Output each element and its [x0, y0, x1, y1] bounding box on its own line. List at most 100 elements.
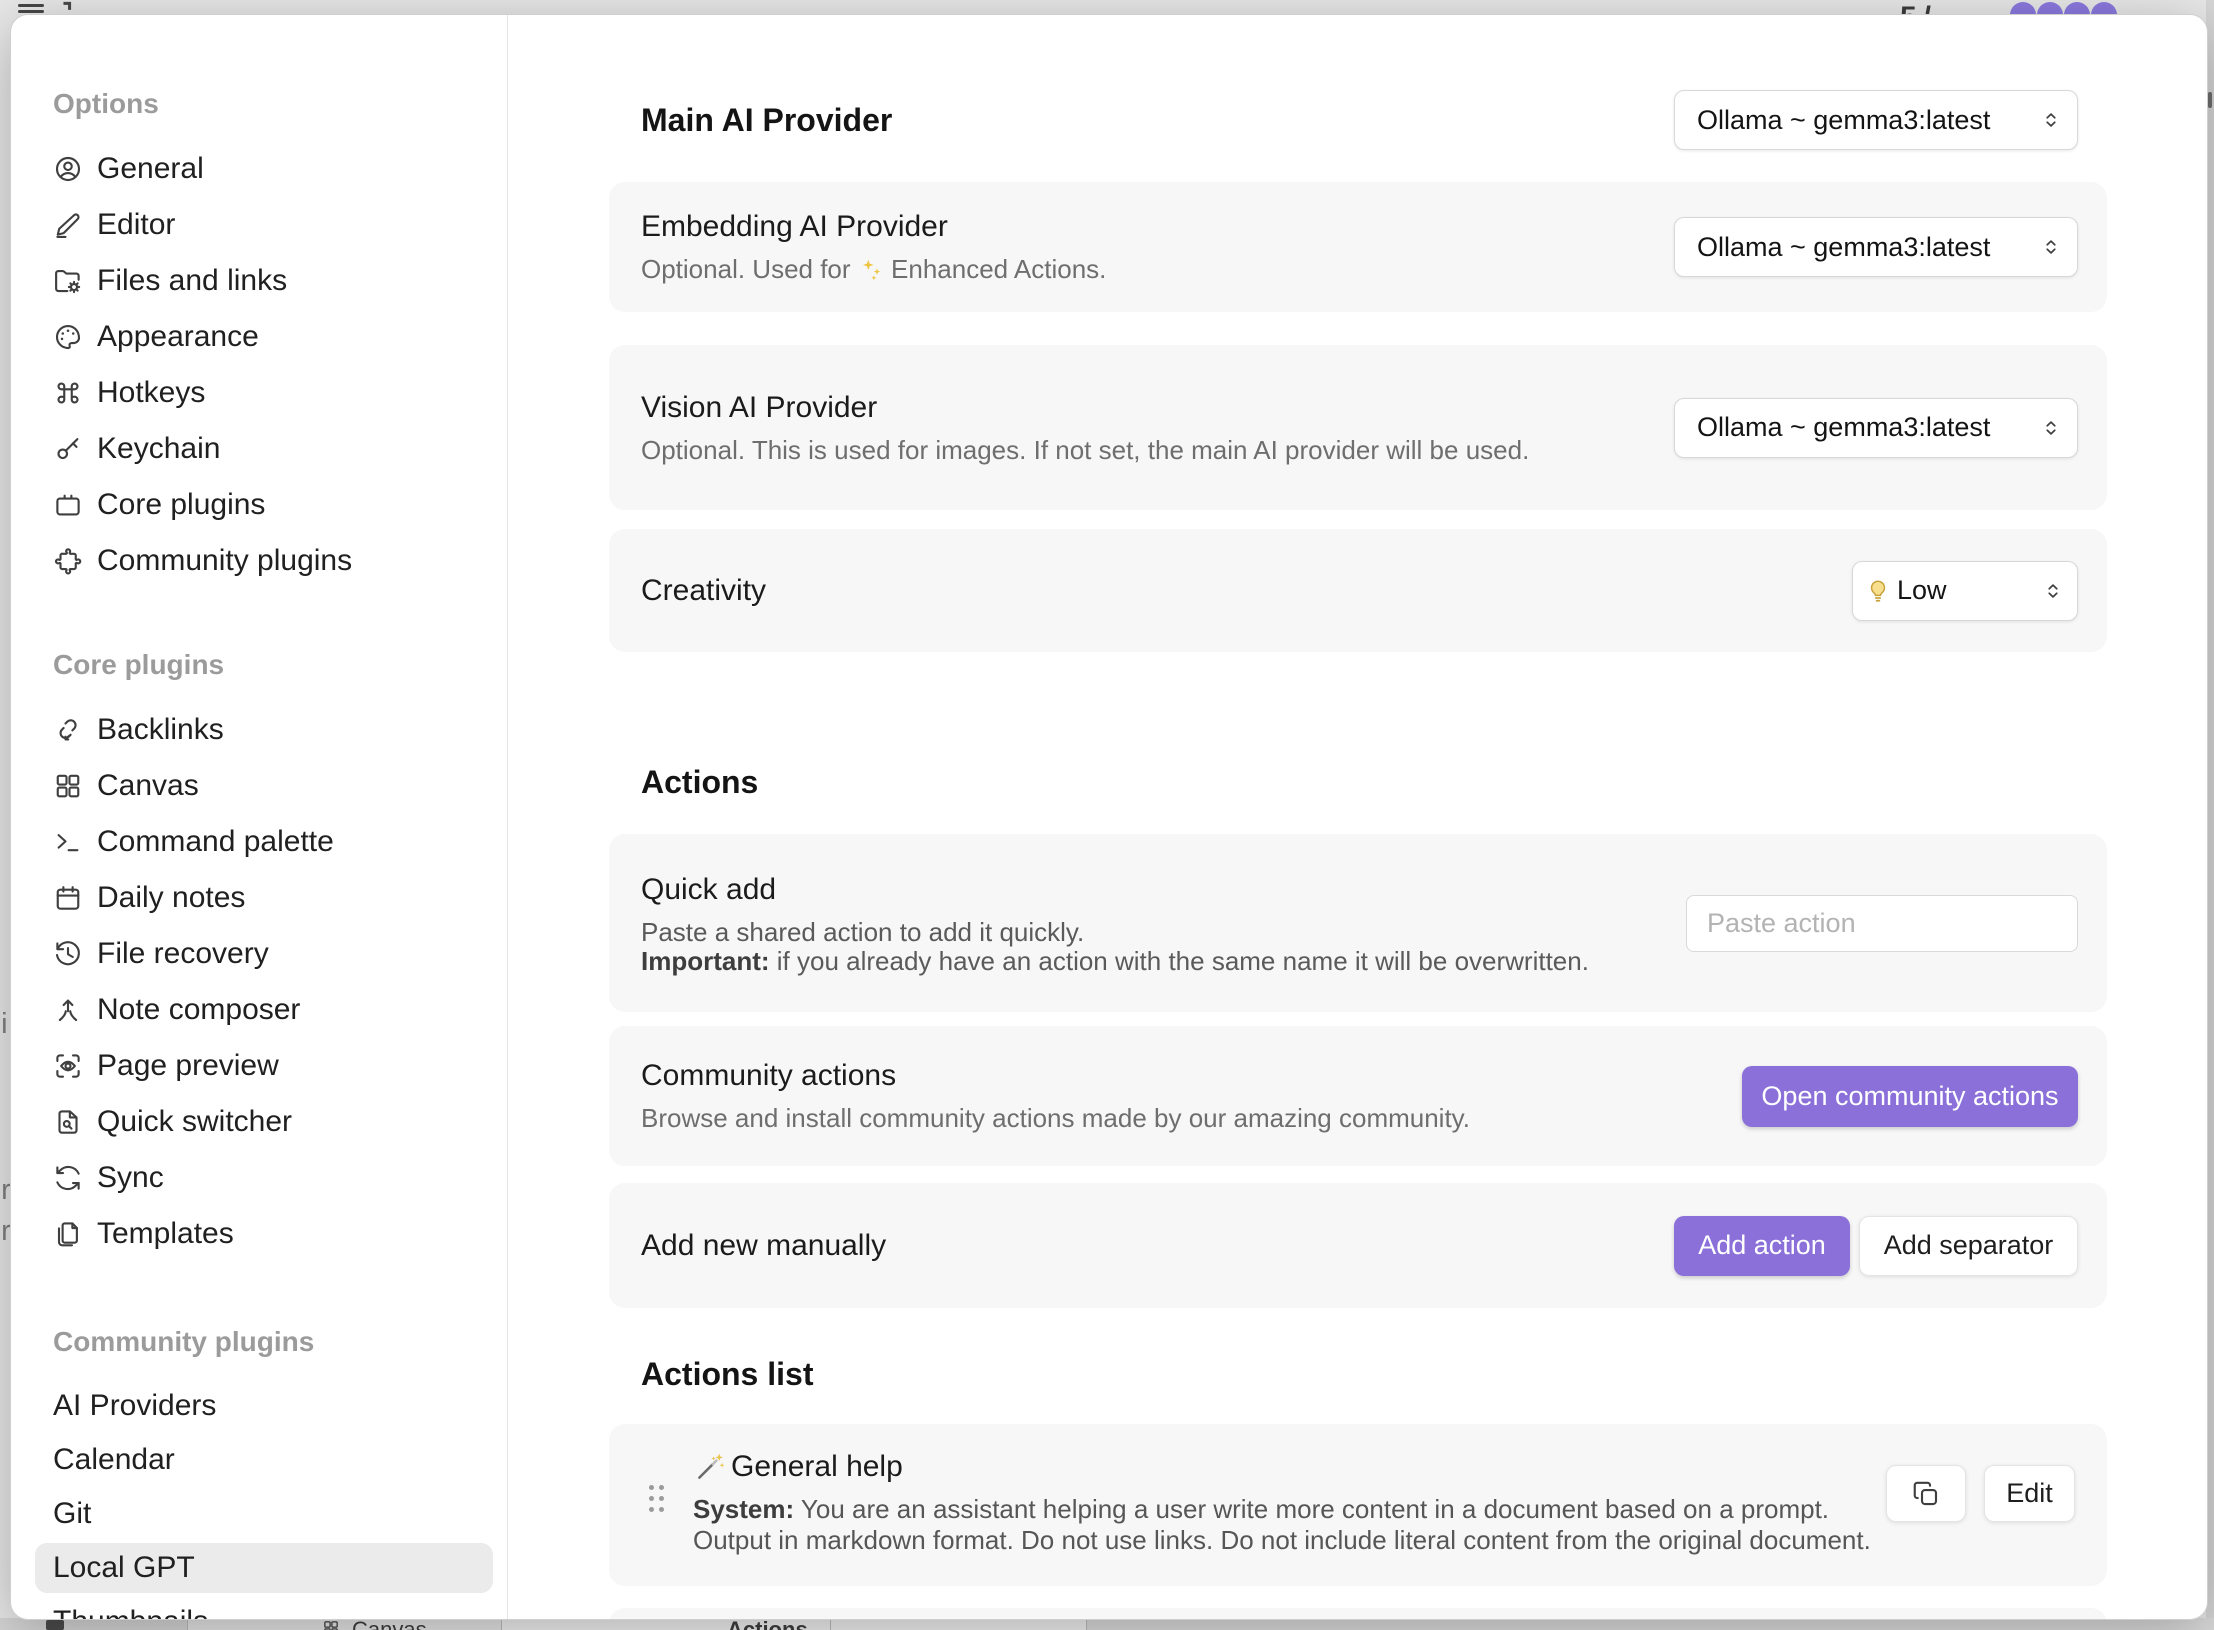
calendar-icon [53, 883, 83, 913]
action-item-title: General help [731, 1451, 903, 1483]
sidebar-item-appearance[interactable]: Appearance [11, 309, 507, 365]
background-icon-fragment [46, 1620, 64, 1630]
sidebar-item-local-gpt[interactable]: Local GPT [11, 1541, 507, 1595]
embedding-provider-desc: Optional. Used for Enhanced Actions. [641, 253, 1106, 286]
background-text-fragment: 1 [0, 376, 10, 409]
file-search-icon [53, 1107, 83, 1137]
copy-icon [1911, 1479, 1941, 1509]
sidebar-item-label: Community plugins [97, 544, 352, 578]
embedding-provider-title: Embedding AI Provider [641, 208, 1106, 246]
sidebar-item-files-and-links[interactable]: Files and links [11, 253, 507, 309]
vision-provider-value: Ollama ~ gemma3:latest [1697, 412, 1990, 443]
history-icon [53, 939, 83, 969]
sidebar-item-calendar[interactable]: Calendar [11, 1433, 507, 1487]
background-text-fragment: o [0, 962, 10, 995]
sidebar-item-page-preview[interactable]: Page preview [11, 1038, 507, 1094]
chevron-updown-icon [2041, 110, 2061, 130]
sidebar-item-quick-switcher[interactable]: Quick switcher [11, 1094, 507, 1150]
background-glyph: ⌝ [62, 0, 73, 14]
background-text-fragment: 2 [0, 630, 10, 663]
sidebar-item-label: Daily notes [97, 881, 245, 915]
sidebar-item-file-recovery[interactable]: File recovery [11, 926, 507, 982]
background-text-fragment: 0 [0, 246, 10, 279]
backlink-icon [53, 715, 83, 745]
background-text-fragment: 0 [0, 316, 10, 349]
main-ai-provider-select[interactable]: Ollama ~ gemma3:latest [1674, 90, 2078, 150]
user-circle-icon [53, 154, 83, 184]
sidebar-item-label: Thumbnails [53, 1605, 208, 1619]
action-item-system-prompt: System: You are an assistant helping a u… [693, 1494, 1878, 1556]
add-new-manually-title: Add new manually [641, 1227, 886, 1265]
sidebar-item-label: Hotkeys [97, 376, 205, 410]
sidebar-item-core-plugins[interactable]: Core plugins [11, 477, 507, 533]
drag-handle[interactable] [649, 1485, 664, 1512]
creativity-select[interactable]: Low [1852, 561, 2078, 621]
sidebar-item-thumbnails[interactable]: Thumbnails [11, 1595, 507, 1619]
hamburger-menu-icon[interactable] [18, 1, 44, 13]
chevron-updown-icon [2043, 581, 2063, 601]
background-text-fragment: 2 [0, 530, 10, 563]
chevron-updown-icon [2041, 237, 2061, 257]
sidebar-item-label: Appearance [97, 320, 259, 354]
background-counter-text: 5/ [1900, 1, 1937, 14]
sidebar-section-core-plugins: Core plugins Backlinks Canvas Command palet… [11, 648, 507, 1262]
sidebar-item-sync[interactable]: Sync [11, 1150, 507, 1206]
add-action-button[interactable]: Add action [1674, 1216, 1850, 1276]
terminal-icon [53, 827, 83, 857]
sidebar-item-label: Local GPT [53, 1551, 195, 1585]
vision-provider-desc: Optional. This is used for images. If no… [641, 434, 1529, 467]
sidebar-item-label: Templates [97, 1217, 234, 1251]
sidebar-item-label: Keychain [97, 432, 220, 466]
creativity-value: Low [1897, 575, 1947, 606]
sidebar-item-git[interactable]: Git [11, 1487, 507, 1541]
screen: ⌝ 5/ 001122020loniiereru Canvas Actions … [0, 0, 2214, 1630]
sidebar-item-editor[interactable]: Editor [11, 197, 507, 253]
embedding-provider-select[interactable]: Ollama ~ gemma3:latest [1674, 217, 2078, 277]
purple-dot [2091, 2, 2117, 14]
sidebar-item-ai-providers[interactable]: AI Providers [11, 1379, 507, 1433]
background-text-fragment: 2 [0, 481, 10, 514]
sidebar-section-options: OptionsGeneralEditorFiles and linksAppea… [11, 87, 507, 589]
toolbox-icon [53, 490, 83, 520]
add-separator-button[interactable]: Add separator [1859, 1216, 2078, 1276]
sidebar-item-keychain[interactable]: Keychain [11, 421, 507, 477]
canvas-tab-icon [322, 1619, 340, 1630]
open-community-actions-button[interactable]: Open community actions [1742, 1066, 2078, 1127]
sidebar-section-header: Core plugins [11, 648, 507, 682]
sidebar-item-templates[interactable]: Templates [11, 1206, 507, 1262]
sidebar-item-label: Canvas [97, 769, 199, 803]
sidebar-item-label: Calendar [53, 1443, 175, 1477]
background-text-fragment: 1 [0, 430, 10, 463]
scan-eye-icon [53, 1051, 83, 1081]
vision-provider-select[interactable]: Ollama ~ gemma3:latest [1674, 398, 2078, 458]
background-text-fragment: er [0, 1215, 10, 1248]
sidebar-item-command-palette[interactable]: Command palette [11, 814, 507, 870]
scrollbar-thumb-fragment[interactable] [2208, 92, 2212, 108]
actions-list-heading: Actions list [609, 1358, 2107, 1390]
sidebar-item-community-plugins[interactable]: Community plugins [11, 533, 507, 589]
paste-action-input[interactable] [1686, 895, 2078, 952]
background-text-fragment: 0 [0, 580, 10, 613]
sidebar-item-daily-notes[interactable]: Daily notes [11, 870, 507, 926]
background-text-fragment: i [0, 1094, 10, 1127]
sidebar-item-backlinks[interactable]: Backlinks [11, 702, 507, 758]
folder-cog-icon [53, 266, 83, 296]
main-ai-provider-label: Main AI Provider [641, 102, 892, 139]
next-action-item-partial [609, 1608, 2107, 1619]
sidebar-item-label: Note composer [97, 993, 300, 1027]
creativity-card: Creativity Low [609, 529, 2107, 652]
edit-action-button[interactable]: Edit [1984, 1465, 2075, 1522]
add-new-manually-card: Add new manually Add action Add separato… [609, 1183, 2107, 1308]
settings-content: Main AI Provider Ollama ~ gemma3:latest … [509, 15, 2207, 1619]
sidebar-item-note-composer[interactable]: Note composer [11, 982, 507, 1038]
quick-add-desc: Paste a shared action to add it quickly. [641, 918, 1589, 947]
copy-action-button[interactable] [1886, 1465, 1966, 1522]
sidebar-item-canvas[interactable]: Canvas [11, 758, 507, 814]
purple-dot [2064, 2, 2090, 14]
sidebar-section-community-plugins: Community pluginsAI ProvidersCalendarGit… [11, 1325, 507, 1619]
sidebar-item-hotkeys[interactable]: Hotkeys [11, 365, 507, 421]
background-text-fragment: er [0, 1174, 10, 1207]
main-ai-provider-value: Ollama ~ gemma3:latest [1697, 105, 1990, 136]
merge-up-icon [53, 995, 83, 1025]
sidebar-item-general[interactable]: General [11, 141, 507, 197]
